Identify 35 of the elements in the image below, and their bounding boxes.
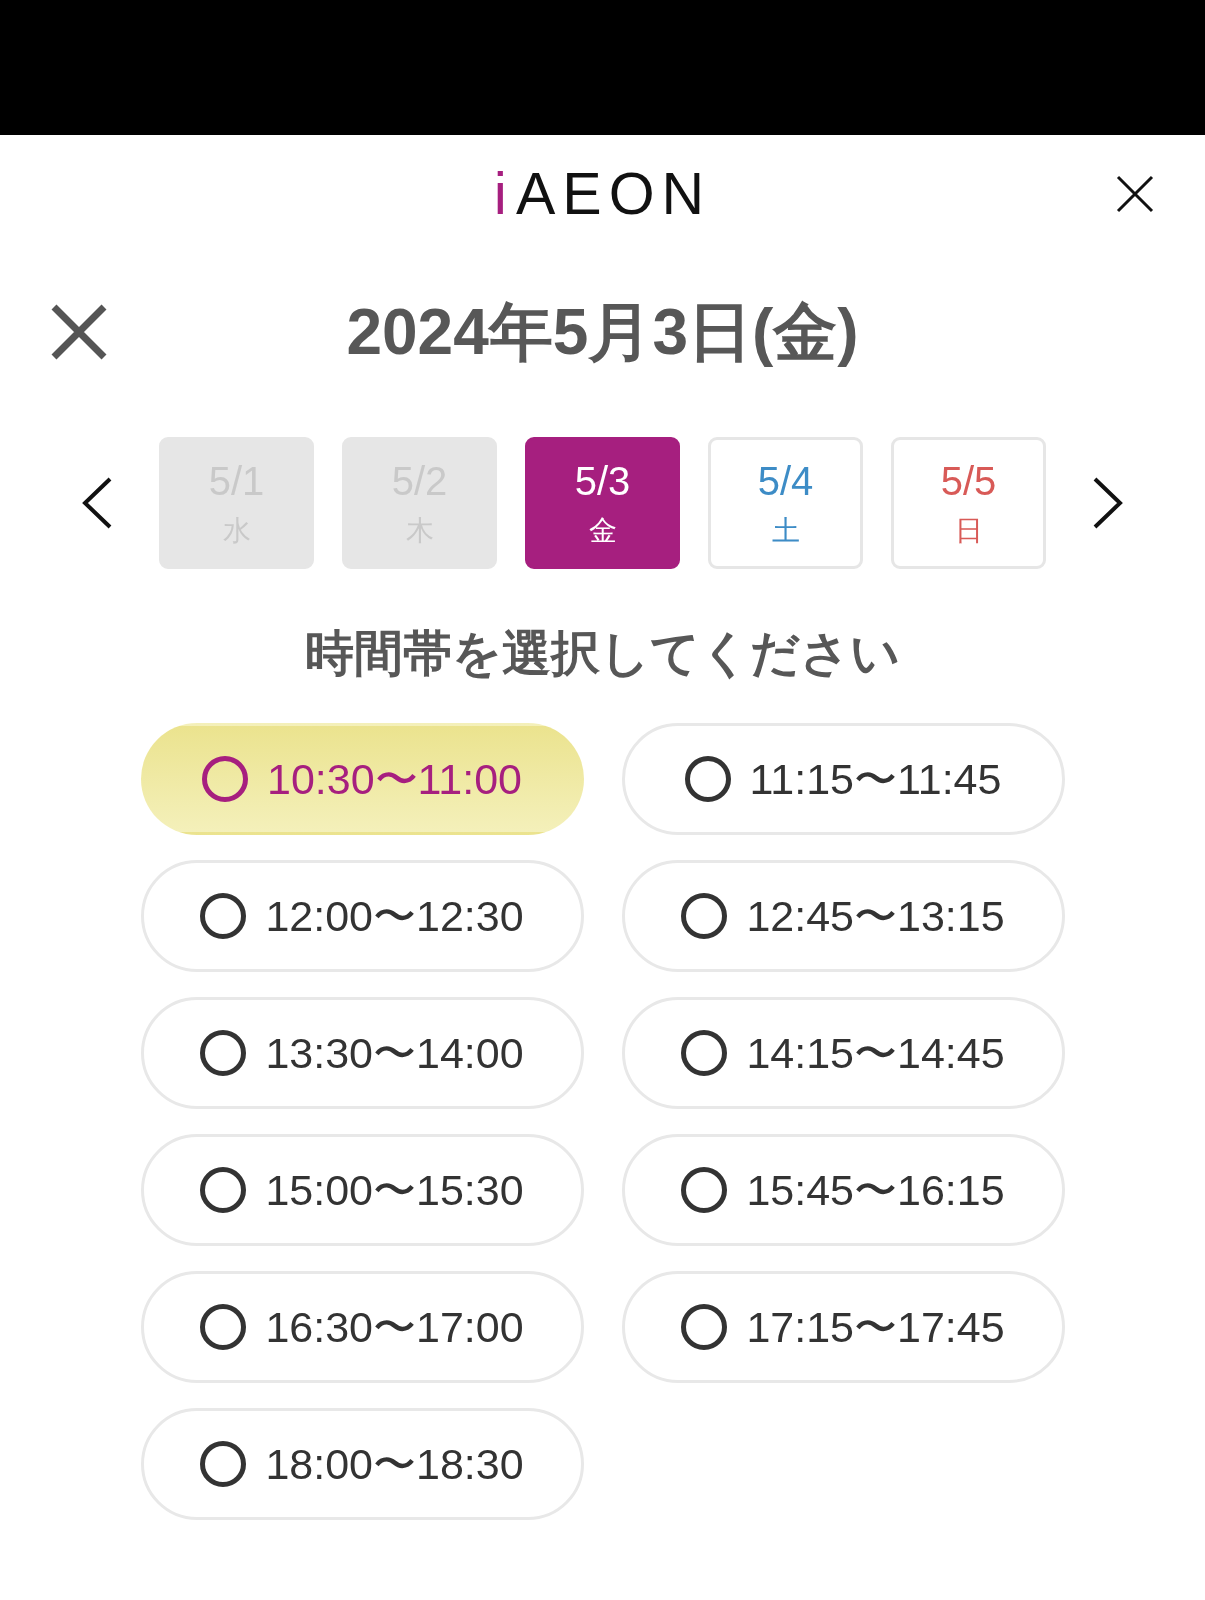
time-slot-button[interactable]: 16:30〜17:00 — [140, 1271, 584, 1383]
time-slot-button[interactable]: 15:00〜15:30 — [140, 1134, 584, 1246]
circle-icon — [200, 1167, 247, 1213]
circle-icon — [200, 893, 247, 939]
date-chip[interactable]: 5/3 金 — [525, 437, 680, 569]
next-button[interactable] — [1092, 476, 1124, 530]
close-button[interactable] — [51, 304, 107, 360]
time-slot-button[interactable]: 11:15〜11:45 — [621, 723, 1065, 835]
circle-icon — [200, 1030, 247, 1076]
logo: i AEON — [493, 164, 712, 224]
circle-icon — [681, 1167, 728, 1213]
circle-icon — [684, 756, 731, 802]
chevron-right-icon — [1092, 476, 1124, 530]
time-slot-button[interactable]: 17:15〜17:45 — [621, 1271, 1065, 1383]
time-slot-button[interactable]: 13:30〜14:00 — [140, 997, 584, 1109]
time-slot-button[interactable]: 14:15〜14:45 — [621, 997, 1065, 1109]
time-slot-button[interactable]: 10:30〜11:00 — [140, 723, 584, 835]
date-chip[interactable]: 5/4 土 — [708, 437, 863, 569]
close-icon — [51, 304, 107, 360]
time-slot-button[interactable]: 12:00〜12:30 — [140, 860, 584, 972]
close-icon — [1116, 175, 1154, 213]
prompt-heading: 時間帯を選択してください — [305, 629, 900, 678]
previous-button[interactable] — [81, 476, 113, 530]
chevron-left-icon — [81, 476, 113, 530]
time-slot-button[interactable]: 15:45〜16:15 — [621, 1134, 1065, 1246]
circle-icon — [681, 1304, 728, 1350]
circle-icon — [681, 1030, 728, 1076]
circle-icon — [200, 1304, 247, 1350]
time-slot-button[interactable]: 12:45〜13:15 — [621, 860, 1065, 972]
date-chip[interactable]: 5/5 日 — [891, 437, 1046, 569]
circle-icon — [200, 1441, 247, 1487]
circle-icon — [681, 893, 728, 939]
time-slot-button[interactable]: 18:00〜18:30 — [140, 1408, 584, 1520]
close-button[interactable] — [1115, 174, 1155, 214]
circle-icon — [202, 756, 248, 802]
